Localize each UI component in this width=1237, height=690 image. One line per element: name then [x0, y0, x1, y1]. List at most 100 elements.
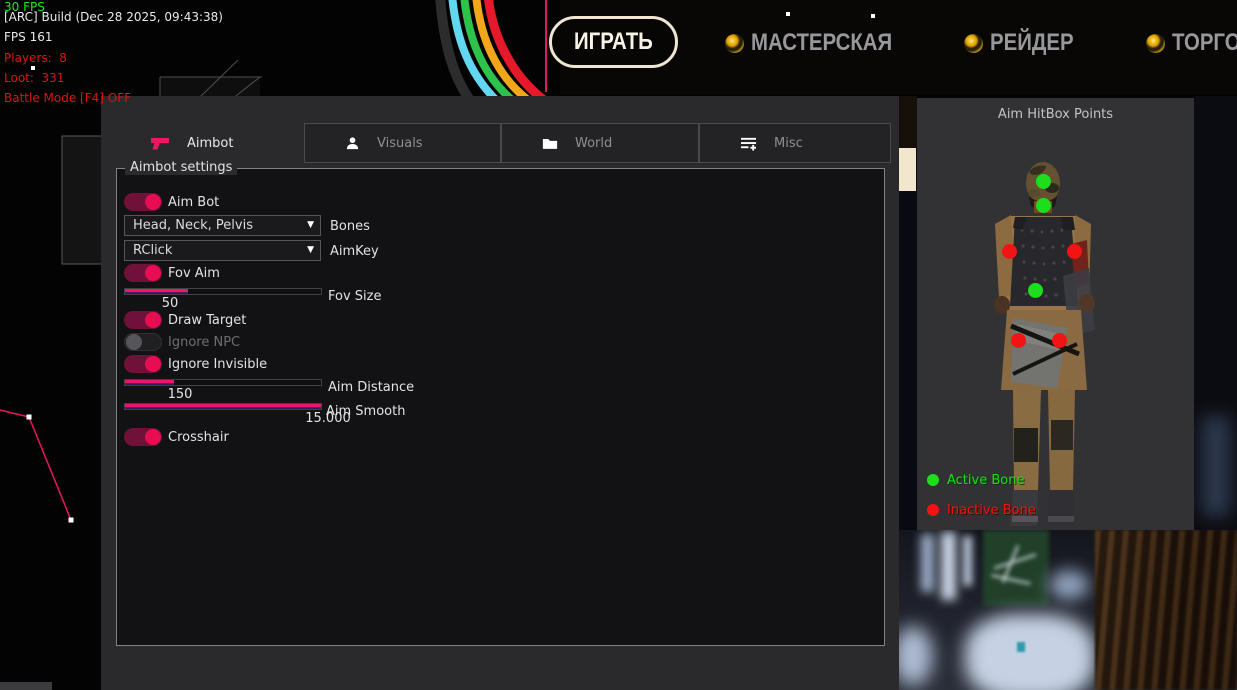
active-bone-dot: [927, 474, 939, 486]
toggle-knob: [145, 265, 161, 281]
tab-label: World: [575, 136, 612, 151]
slider-fill: [125, 289, 188, 294]
fov-aim-label: Fov Aim: [168, 266, 220, 281]
aim-smooth-label: Aim Smooth: [326, 404, 405, 419]
light-strip: [921, 534, 934, 592]
ignore-npc-toggle[interactable]: [124, 333, 162, 351]
hitbox-point-left-knee: [1011, 333, 1026, 348]
bones-label: Bones: [330, 219, 370, 234]
game-gap-strip: [899, 96, 917, 530]
ignore-npc-label: Ignore NPC: [168, 335, 240, 350]
nav-item-label: РЕЙДЕР: [990, 29, 1074, 57]
nav-item-label: ТОРГО: [1172, 29, 1237, 57]
hitbox-panel: Aim HitBox Points: [917, 98, 1194, 530]
nav-item-workshop[interactable]: МАСТЕРСКАЯ: [725, 30, 917, 56]
play-button-label: ИГРАТЬ: [574, 28, 653, 56]
light-blob: [1049, 570, 1089, 600]
coin-icon: [1146, 34, 1165, 53]
crosshair-toggle[interactable]: [124, 428, 162, 446]
game-edge-bar: [0, 682, 52, 690]
bones-dropdown[interactable]: Head, Neck, Pelvis ▼: [124, 215, 321, 236]
game-glow: [1202, 416, 1230, 516]
fov-size-label: Fov Size: [328, 289, 381, 304]
tab-world[interactable]: World: [501, 123, 699, 163]
aim-bot-toggle[interactable]: [124, 193, 162, 211]
toggle-knob: [145, 194, 161, 210]
nav-item-raider[interactable]: РЕЙДЕР: [964, 30, 1088, 56]
tab-label: Visuals: [377, 136, 423, 151]
slider-fill: [125, 380, 174, 385]
light-strip: [941, 532, 956, 600]
light-blob: [899, 626, 933, 686]
aimkey-label: AimKey: [330, 244, 379, 259]
coin-icon: [964, 34, 983, 53]
ignore-invisible-label: Ignore Invisible: [168, 357, 267, 372]
aimkey-dropdown[interactable]: RClick ▼: [124, 240, 321, 261]
screen: 30 FPS [ARC] Build (Dec 28 2025, 09:43:3…: [0, 0, 1237, 690]
tab-misc[interactable]: Misc: [699, 123, 891, 163]
tab-aimbot[interactable]: Aimbot: [101, 123, 304, 163]
fov-aim-toggle[interactable]: [124, 264, 162, 282]
draw-target-toggle[interactable]: [124, 311, 162, 329]
game-scene-bottom-right: [899, 530, 1237, 690]
hitbox-point-neck: [1036, 198, 1051, 213]
draw-target-label: Draw Target: [168, 313, 246, 328]
players-count: Players: 8: [4, 51, 67, 65]
person-icon: [345, 136, 360, 151]
game-light-object: [899, 148, 916, 191]
toggle-knob: [145, 429, 161, 445]
aim-distance-value: 150: [160, 387, 200, 402]
legend-inactive-bone: Inactive Bone: [927, 502, 1036, 518]
fps-label: FPS 161: [4, 30, 52, 44]
legend-active-bone: Active Bone: [927, 472, 1024, 488]
hitbox-point-left-arm: [1002, 244, 1017, 259]
teal-object: [1017, 642, 1025, 652]
light-strip: [963, 536, 972, 586]
playlist-add-icon: [740, 136, 757, 151]
cheat-info-overlay: 30 FPS [ARC] Build (Dec 28 2025, 09:43:3…: [4, 0, 19, 112]
pistol-icon: [150, 135, 170, 151]
aimbot-settings-group: Aimbot settings Aim Bot Head, Neck, Pelv…: [116, 168, 885, 646]
loot-count: Loot: 331: [4, 71, 64, 85]
hitbox-point-head: [1036, 174, 1051, 189]
chevron-down-icon: ▼: [307, 245, 314, 255]
cheat-menu-panel: Aimbot Visuals World Misc Aimbot setting…: [101, 96, 899, 690]
hitbox-point-pelvis: [1028, 283, 1043, 298]
ignore-invisible-toggle[interactable]: [124, 355, 162, 373]
aim-bot-label: Aim Bot: [168, 195, 219, 210]
game-right-strip: [1194, 96, 1237, 530]
aim-distance-slider[interactable]: [124, 379, 322, 386]
tab-label: Aimbot: [187, 136, 233, 151]
inactive-bone-dot: [927, 504, 939, 516]
folder-icon: [542, 137, 558, 150]
toggle-knob: [145, 356, 161, 372]
toggle-knob: [126, 334, 142, 350]
hitbox-points-layer: [917, 98, 1194, 530]
group-title: Aimbot settings: [125, 160, 237, 175]
light-blob: [965, 614, 1095, 690]
wood-structure: [1095, 530, 1237, 690]
aimkey-dropdown-value: RClick: [133, 243, 172, 258]
slider-fill: [125, 404, 321, 409]
aim-distance-label: Aim Distance: [328, 380, 414, 395]
aim-smooth-slider[interactable]: [124, 403, 322, 410]
crosshair-label: Crosshair: [168, 430, 229, 445]
esp-line-left: [0, 410, 71, 520]
hitbox-point-right-arm: [1067, 244, 1082, 259]
legend-label: Active Bone: [947, 473, 1024, 488]
chevron-down-icon: ▼: [307, 220, 314, 230]
toggle-knob: [145, 312, 161, 328]
nav-item-traders[interactable]: ТОРГО: [1146, 30, 1237, 56]
hitbox-point-right-knee: [1052, 333, 1067, 348]
coin-icon: [725, 34, 744, 53]
play-button[interactable]: ИГРАТЬ: [549, 16, 678, 68]
tab-visuals[interactable]: Visuals: [304, 123, 501, 163]
green-sign: [983, 530, 1049, 606]
nav-item-label: МАСТЕРСКАЯ: [751, 29, 892, 57]
bones-dropdown-value: Head, Neck, Pelvis: [133, 218, 253, 233]
legend-label: Inactive Bone: [947, 503, 1036, 518]
tab-label: Misc: [774, 136, 803, 151]
fov-size-value: 50: [150, 296, 190, 311]
fov-size-slider[interactable]: [124, 288, 322, 295]
battle-mode-status: Battle Mode [F4] OFF: [4, 91, 131, 105]
